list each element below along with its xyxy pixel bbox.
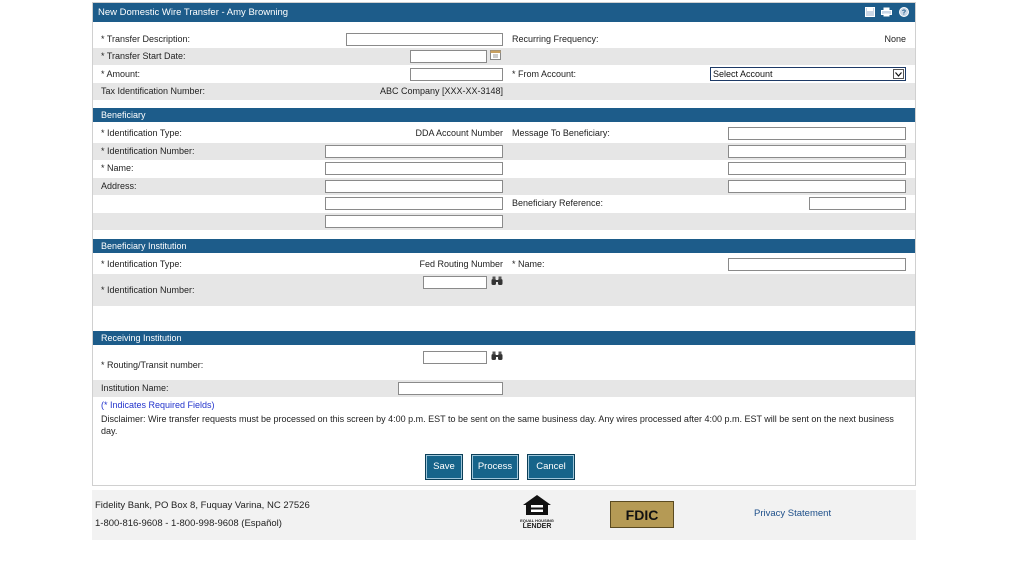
row-address-line-3 bbox=[93, 213, 915, 230]
beneficiary-id-number-label: * Identification Number: bbox=[101, 146, 195, 156]
message-line-2-input[interactable] bbox=[728, 145, 906, 158]
save-button[interactable]: Save bbox=[425, 454, 463, 480]
process-button[interactable]: Process bbox=[471, 454, 519, 480]
message-line-4-input[interactable] bbox=[728, 180, 906, 193]
message-to-beneficiary-label: Message To Beneficiary: bbox=[512, 128, 610, 138]
amount-label: * Amount: bbox=[101, 69, 141, 79]
ehl-text-2: LENDER bbox=[522, 523, 552, 530]
beneficiary-institution-section-header: Beneficiary Institution bbox=[93, 239, 915, 253]
row-bi-id-type: * Identification Type: Fed Routing Numbe… bbox=[93, 256, 915, 273]
beneficiary-name-label: * Name: bbox=[101, 163, 134, 173]
row-bi-id-number: * Identification Number: bbox=[93, 274, 915, 306]
footer-phones: 1-800-816-9608 - 1-800-998-9608 (Español… bbox=[95, 518, 282, 529]
fdic-logo: FDIC bbox=[610, 501, 674, 528]
beneficiary-institution-section-title: Beneficiary Institution bbox=[101, 241, 187, 251]
tax-id-value: ABC Company [XXX-XX-3148] bbox=[379, 86, 503, 96]
equal-housing-icon bbox=[523, 495, 551, 515]
chevron-down-icon[interactable] bbox=[893, 69, 904, 79]
beneficiary-reference-input[interactable] bbox=[809, 197, 906, 210]
receiving-institution-section-header: Receiving Institution bbox=[93, 331, 915, 345]
row-amount: * Amount: * From Account: Select Account bbox=[93, 66, 915, 83]
cancel-button[interactable]: Cancel bbox=[527, 454, 575, 480]
address-line-1-input[interactable] bbox=[325, 180, 503, 193]
row-beneficiary-name: * Name: bbox=[93, 160, 915, 177]
transfer-description-label: * Transfer Description: bbox=[101, 34, 191, 44]
row-routing: * Routing/Transit number: bbox=[93, 348, 915, 380]
bi-name-label: * Name: bbox=[512, 259, 545, 269]
wire-transfer-panel: New Domestic Wire Transfer - Amy Brownin… bbox=[92, 2, 916, 486]
from-account-label: * From Account: bbox=[512, 69, 577, 79]
save-icon[interactable] bbox=[864, 6, 875, 17]
beneficiary-reference-label: Beneficiary Reference: bbox=[512, 198, 604, 208]
routing-label: * Routing/Transit number: bbox=[101, 360, 204, 370]
disclaimer-text: Disclaimer: Wire transfer requests must … bbox=[101, 414, 894, 436]
transfer-start-date-label: * Transfer Start Date: bbox=[101, 51, 186, 61]
help-icon[interactable]: ? bbox=[898, 6, 909, 17]
binoculars-icon[interactable] bbox=[491, 276, 503, 286]
address-line-2-input[interactable] bbox=[325, 197, 503, 210]
row-beneficiary-id-number: * Identification Number: bbox=[93, 143, 915, 160]
print-icon[interactable] bbox=[881, 6, 892, 17]
transfer-description-input[interactable] bbox=[346, 33, 503, 46]
beneficiary-id-type-label: * Identification Type: bbox=[101, 128, 182, 138]
row-transfer-description: * Transfer Description: Recurring Freque… bbox=[93, 31, 915, 48]
beneficiary-section-header: Beneficiary bbox=[93, 108, 915, 122]
row-tax-id: Tax Identification Number: ABC Company [… bbox=[93, 83, 915, 100]
row-beneficiary-address: Address: bbox=[93, 178, 915, 195]
row-institution-name: Institution Name: bbox=[93, 380, 915, 397]
calendar-icon[interactable] bbox=[490, 50, 501, 60]
svg-text:?: ? bbox=[901, 9, 905, 16]
required-fields-note: (* Indicates Required Fields) bbox=[101, 400, 215, 410]
page-title: New Domestic Wire Transfer - Amy Brownin… bbox=[98, 7, 289, 18]
routing-input[interactable] bbox=[423, 351, 487, 364]
equal-housing-lender-logo: EQUAL HOUSING LENDER bbox=[517, 494, 557, 538]
address-line-3-input[interactable] bbox=[325, 215, 503, 228]
from-account-value: Select Account bbox=[713, 69, 773, 79]
row-beneficiary-reference: Beneficiary Reference: bbox=[93, 195, 915, 212]
message-line-1-input[interactable] bbox=[728, 127, 906, 140]
beneficiary-address-label: Address: bbox=[101, 181, 137, 191]
receiving-institution-section-title: Receiving Institution bbox=[101, 333, 182, 343]
bi-name-input[interactable] bbox=[728, 258, 906, 271]
beneficiary-name-input[interactable] bbox=[325, 162, 503, 175]
panel-titlebar: New Domestic Wire Transfer - Amy Brownin… bbox=[93, 3, 915, 22]
row-transfer-start-date: * Transfer Start Date: bbox=[93, 48, 915, 65]
bi-id-number-label: * Identification Number: bbox=[101, 285, 195, 295]
privacy-statement-link[interactable]: Privacy Statement bbox=[754, 508, 831, 519]
beneficiary-id-number-input[interactable] bbox=[325, 145, 503, 158]
recurring-frequency-value: None bbox=[884, 34, 906, 44]
fdic-text: FDIC bbox=[625, 506, 659, 523]
institution-name-label: Institution Name: bbox=[101, 383, 169, 393]
bi-id-type-label: * Identification Type: bbox=[101, 259, 182, 269]
institution-name-input[interactable] bbox=[398, 382, 503, 395]
transfer-start-date-input[interactable] bbox=[410, 50, 487, 63]
tax-id-label: Tax Identification Number: bbox=[101, 86, 206, 96]
beneficiary-id-type-value: DDA Account Number bbox=[415, 128, 503, 138]
row-beneficiary-id-type: * Identification Type: DDA Account Numbe… bbox=[93, 125, 915, 142]
bi-id-number-input[interactable] bbox=[423, 276, 487, 289]
from-account-select[interactable]: Select Account bbox=[710, 67, 906, 81]
binoculars-icon[interactable] bbox=[491, 351, 503, 361]
bi-id-type-value: Fed Routing Number bbox=[419, 259, 503, 269]
footer-address: Fidelity Bank, PO Box 8, Fuquay Varina, … bbox=[95, 500, 310, 511]
recurring-frequency-label: Recurring Frequency: bbox=[512, 34, 599, 44]
message-line-3-input[interactable] bbox=[728, 162, 906, 175]
footer: Fidelity Bank, PO Box 8, Fuquay Varina, … bbox=[92, 490, 916, 540]
beneficiary-section-title: Beneficiary bbox=[101, 110, 146, 120]
amount-input[interactable] bbox=[410, 68, 503, 81]
